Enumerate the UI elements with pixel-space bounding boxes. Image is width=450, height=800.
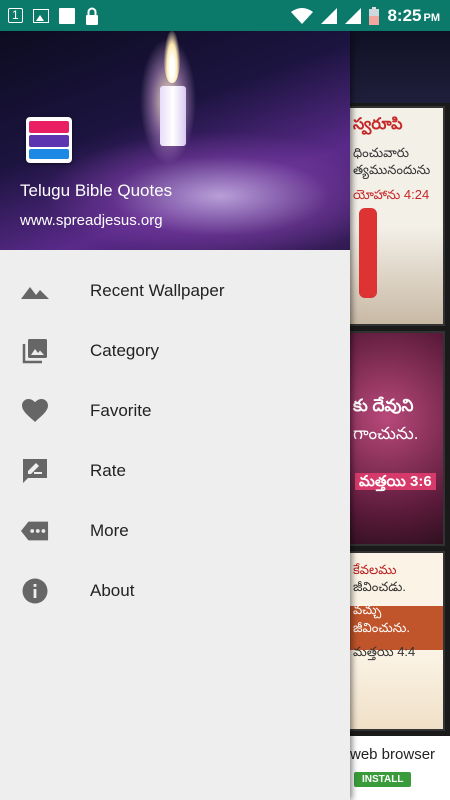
card-line: గాంచును. xyxy=(353,424,419,443)
logo-band xyxy=(29,149,69,159)
rate-review-icon xyxy=(21,459,49,483)
sim-icon: 1 xyxy=(8,8,23,23)
menu-label: Category xyxy=(90,341,159,360)
card-line: ధించువారు xyxy=(353,145,409,160)
app-toolbar xyxy=(350,31,450,103)
ad-banner[interactable]: web browser INSTALL xyxy=(350,736,450,800)
card-line: కు దేవుని xyxy=(353,396,414,415)
logo-band xyxy=(29,135,69,147)
menu-label: Rate xyxy=(90,461,126,480)
landscape-icon xyxy=(21,279,49,303)
drawer-menu: Recent Wallpaper Category Favorite Rate … xyxy=(0,261,350,621)
menu-item-rate[interactable]: Rate xyxy=(0,441,350,501)
wallpaper-card[interactable]: కు దేవుని గాంచును. మత్తయి 3:6 xyxy=(347,331,445,546)
card-line: జీవించడు. xyxy=(353,579,406,594)
menu-item-about[interactable]: About xyxy=(0,561,350,621)
app-logo xyxy=(26,117,72,163)
card-line: జీవించును. xyxy=(353,620,410,635)
card-line: కేవలము xyxy=(353,562,397,577)
clock-ampm: PM xyxy=(423,11,441,24)
card-reference: మత్తయి 3:6 xyxy=(355,473,436,490)
clock: 8:25 PM xyxy=(387,6,440,26)
drawer-header: Telugu Bible Quotes www.spreadjesus.org xyxy=(0,31,350,250)
logo-band xyxy=(29,121,69,133)
signal-icon xyxy=(321,7,338,24)
menu-item-recent-wallpaper[interactable]: Recent Wallpaper xyxy=(0,261,350,321)
wallpaper-card[interactable]: స్వరూపి ధించువారు త్యమునందును యోహాను 4:2… xyxy=(347,106,445,326)
menu-label: About xyxy=(90,581,135,600)
status-bar: 1 8:25 PM xyxy=(0,0,450,31)
lock-icon xyxy=(85,7,98,25)
menu-item-favorite[interactable]: Favorite xyxy=(0,381,350,441)
menu-label: Favorite xyxy=(90,401,152,420)
card-title: స్వరూపి xyxy=(353,116,403,133)
navigation-drawer: Telugu Bible Quotes www.spreadjesus.org … xyxy=(0,31,350,800)
more-label-icon xyxy=(21,519,49,543)
gallery-icon xyxy=(32,8,49,23)
candle-flame xyxy=(164,31,180,83)
clock-time: 8:25 xyxy=(387,5,422,25)
card-reference: యోహాను 4:24 xyxy=(353,187,430,202)
figure-illustration xyxy=(359,208,377,298)
wifi-icon xyxy=(291,7,314,24)
signal-2-icon xyxy=(345,7,362,24)
menu-item-category[interactable]: Category xyxy=(0,321,350,381)
heart-icon xyxy=(21,399,49,423)
menu-item-more[interactable]: More xyxy=(0,501,350,561)
notification-icon xyxy=(58,7,75,24)
wallpaper-card[interactable]: కేవలము జీవించడు. వచ్చు జీవించును. మత్తయి… xyxy=(347,551,445,731)
card-line: త్యమునందును xyxy=(353,162,431,177)
install-button[interactable]: INSTALL xyxy=(354,772,412,787)
info-icon xyxy=(21,578,49,604)
app-website: www.spreadjesus.org xyxy=(20,212,163,229)
battery-icon xyxy=(369,6,380,25)
menu-label: Recent Wallpaper xyxy=(90,281,225,300)
ad-text: web browser xyxy=(350,746,436,763)
photo-library-icon xyxy=(21,339,49,364)
candle xyxy=(160,86,186,146)
menu-label: More xyxy=(90,521,129,540)
card-line: వచ్చు xyxy=(353,602,382,617)
app-name: Telugu Bible Quotes xyxy=(20,181,173,200)
card-reference: మత్తయి 4:4 xyxy=(353,644,416,659)
